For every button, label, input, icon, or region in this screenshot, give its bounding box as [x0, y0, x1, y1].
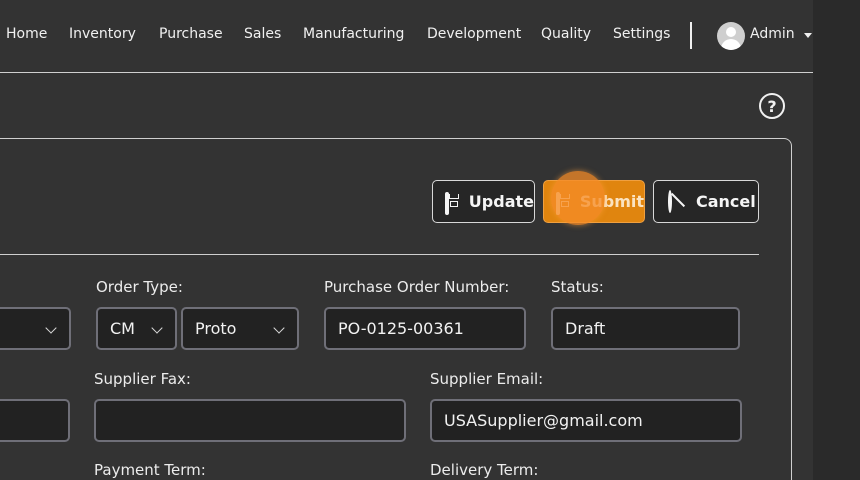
nav-development[interactable]: Development: [427, 26, 521, 42]
po-number-value: PO-0125-00361: [338, 319, 464, 338]
chevron-down-icon: [151, 322, 163, 334]
status-label: Status:: [551, 278, 604, 296]
user-avatar-icon[interactable]: [717, 22, 745, 50]
po-number-field[interactable]: PO-0125-00361: [324, 307, 526, 350]
supplier-fax-label: Supplier Fax:: [94, 370, 191, 388]
question-circle-icon[interactable]: ?: [759, 93, 785, 119]
chevron-down-icon: [273, 322, 285, 334]
order-type-prefix-select[interactable]: CM: [96, 307, 177, 350]
cancel-button[interactable]: Cancel: [653, 180, 759, 223]
order-type-select[interactable]: Proto: [181, 307, 299, 350]
nav-manufacturing[interactable]: Manufacturing: [303, 26, 404, 42]
supplier-email-field[interactable]: USASupplier@gmail.com: [430, 399, 742, 442]
scrollbar-track[interactable]: [813, 0, 860, 480]
order-type-prefix-value: CM: [110, 319, 135, 338]
cropped-input[interactable]: [0, 399, 70, 442]
nav-inventory[interactable]: Inventory: [69, 26, 136, 42]
supplier-email-value: USASupplier@gmail.com: [444, 411, 643, 430]
update-button[interactable]: Update: [432, 180, 535, 223]
order-type-label: Order Type:: [96, 278, 183, 296]
caret-down-icon[interactable]: [804, 33, 812, 38]
status-value: Draft: [565, 319, 606, 338]
nav-sales[interactable]: Sales: [244, 26, 281, 42]
supplier-email-label: Supplier Email:: [430, 370, 544, 388]
user-menu-label[interactable]: Admin: [750, 26, 795, 42]
supplier-fax-field[interactable]: [94, 399, 406, 442]
top-navbar: Home Inventory Purchase Sales Manufactur…: [0, 0, 813, 73]
ban-icon: [668, 189, 688, 213]
cropped-select[interactable]: [0, 307, 71, 350]
delivery-term-label: Delivery Term:: [430, 461, 539, 479]
payment-term-label: Payment Term:: [94, 461, 206, 479]
po-number-label: Purchase Order Number:: [324, 278, 510, 296]
status-field[interactable]: Draft: [551, 307, 740, 350]
nav-settings[interactable]: Settings: [613, 26, 670, 42]
nav-quality[interactable]: Quality: [541, 26, 591, 42]
cancel-button-label: Cancel: [696, 192, 756, 211]
order-type-value: Proto: [195, 319, 237, 338]
nav-divider: [690, 22, 692, 49]
nav-home[interactable]: Home: [6, 26, 47, 42]
update-button-label: Update: [468, 192, 534, 211]
click-indicator: [551, 171, 605, 225]
section-divider: [0, 254, 759, 255]
save-icon: [445, 191, 461, 215]
chevron-down-icon: [45, 322, 57, 334]
nav-purchase[interactable]: Purchase: [159, 26, 223, 42]
